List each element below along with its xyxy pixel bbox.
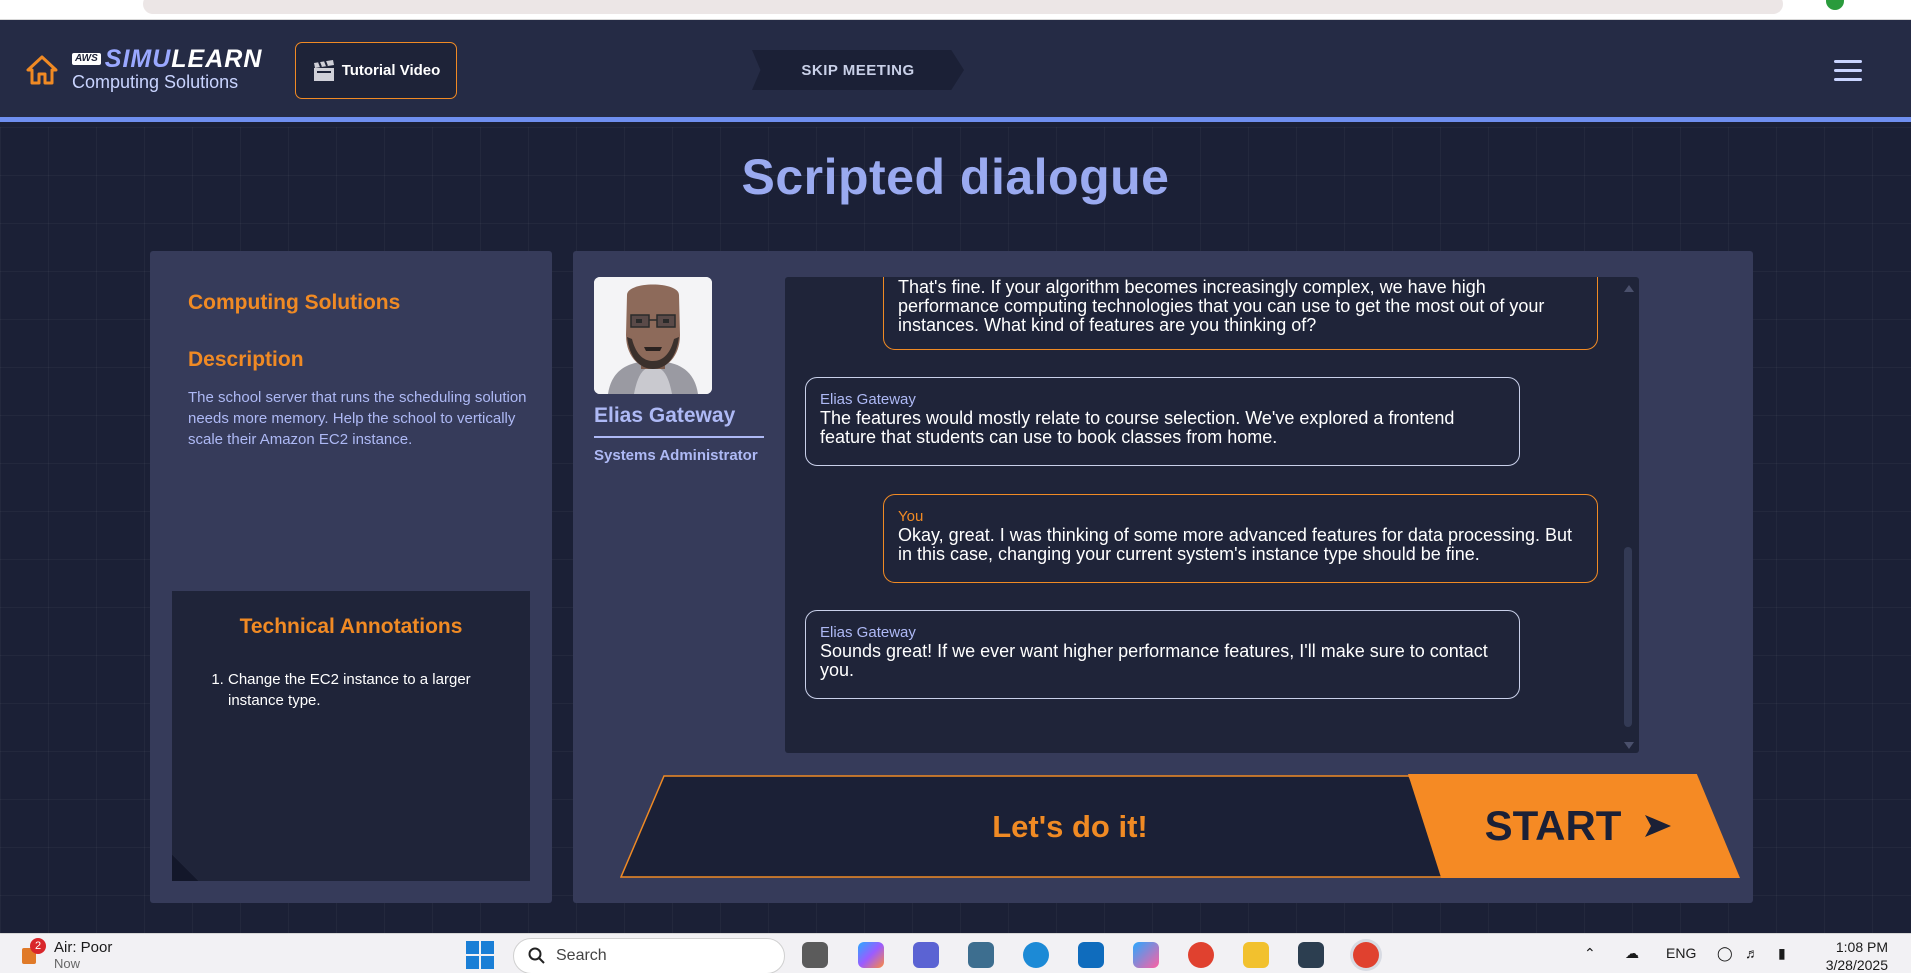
speaker-avatar xyxy=(594,277,712,394)
notification-badge: 2 xyxy=(30,938,46,954)
weather-sub: Now xyxy=(54,956,81,971)
chat-message-npc: Elias Gateway Sounds great! If we ever w… xyxy=(805,610,1520,699)
logo-subtitle: Computing Solutions xyxy=(72,72,239,92)
scroll-up-arrow-icon[interactable] xyxy=(1624,285,1634,292)
description-text: The school server that runs the scheduli… xyxy=(188,389,527,448)
hamburger-menu-icon[interactable] xyxy=(1834,60,1862,82)
copilot-app-icon[interactable] xyxy=(1133,942,1159,968)
language-indicator[interactable]: ENG xyxy=(1666,945,1696,961)
message-sender: Elias Gateway xyxy=(820,624,916,641)
response-option[interactable]: Let's do it! xyxy=(620,775,1460,878)
network-icon[interactable]: ☁ xyxy=(1625,945,1639,962)
windows-start-icon[interactable] xyxy=(466,941,494,969)
annotations-list: Change the EC2 instance to a larger inst… xyxy=(228,669,508,711)
brand-wordmark: SIMULEARN xyxy=(104,45,263,73)
start-label: START xyxy=(1484,802,1622,849)
technical-annotations-card: Technical Annotations Change the EC2 ins… xyxy=(172,591,530,881)
page-title: Scripted dialogue xyxy=(741,149,1170,205)
app-header: AWS SIMULEARN Computing Solutions Tutori… xyxy=(0,20,1911,122)
message-sender: You xyxy=(898,508,924,525)
scenario-info-panel: Computing Solutions Description The scho… xyxy=(150,251,552,903)
clock-time: 1:08 PM xyxy=(1835,939,1888,955)
tray-chevron-icon[interactable]: ⌃ xyxy=(1584,945,1596,962)
aws-logo: AWS xyxy=(72,53,101,65)
skip-meeting-button[interactable]: SKIP MEETING xyxy=(752,50,964,90)
clapperboard-icon xyxy=(313,59,334,81)
chrome-icon[interactable] xyxy=(1188,942,1214,968)
message-text: Okay, great. I was thinking of some more… xyxy=(898,525,1573,564)
browser-profile-icon[interactable] xyxy=(1826,0,1844,10)
message-text: That's fine. If your algorithm becomes i… xyxy=(898,277,1545,335)
outlook-icon[interactable] xyxy=(1078,942,1104,968)
chat-scrollbar[interactable] xyxy=(1621,277,1635,753)
copilot-icon[interactable] xyxy=(858,942,884,968)
weather-widget[interactable]: 2 Air: Poor Now xyxy=(18,938,113,971)
teams-icon[interactable] xyxy=(913,942,939,968)
simulearn-logo: AWS SIMULEARN Computing Solutions xyxy=(72,46,262,92)
speaker-name: Elias Gateway xyxy=(594,404,764,438)
chat-message-you: You Okay, great. I was thinking of some … xyxy=(883,494,1598,583)
clock-date: 3/28/2025 xyxy=(1825,957,1888,973)
edge-icon[interactable] xyxy=(1023,942,1049,968)
scroll-down-arrow-icon[interactable] xyxy=(1624,742,1634,749)
folded-corner xyxy=(172,855,198,881)
solitaire-icon[interactable] xyxy=(1298,942,1324,968)
scrollbar-thumb[interactable] xyxy=(1624,547,1632,727)
system-clock[interactable]: 1:08 PM 3/28/2025 xyxy=(1820,938,1888,973)
weather-icon: 2 xyxy=(18,938,46,966)
response-option-label: Let's do it! xyxy=(992,808,1148,844)
file-explorer-icon[interactable] xyxy=(1243,942,1269,968)
taskbar-search[interactable]: Search xyxy=(513,938,785,973)
chat-message-you: That's fine. If your algorithm becomes i… xyxy=(883,277,1598,350)
speaker-role: Systems Administrator xyxy=(594,447,758,464)
search-icon xyxy=(528,947,545,964)
browser-top-strip xyxy=(0,0,1911,20)
send-arrow-icon xyxy=(1645,815,1672,837)
address-bar[interactable] xyxy=(143,0,1783,14)
task-view-icon[interactable] xyxy=(802,942,828,968)
annotation-item: Change the EC2 instance to a larger inst… xyxy=(228,669,508,711)
search-placeholder: Search xyxy=(556,947,607,964)
start-button[interactable]: START xyxy=(1408,774,1740,878)
home-icon[interactable] xyxy=(26,54,58,86)
battery-icon[interactable]: ▮ xyxy=(1778,945,1786,962)
annotations-title: Technical Annotations xyxy=(239,615,463,638)
tutorial-video-label: Tutorial Video xyxy=(341,62,441,79)
message-text: The features would mostly relate to cour… xyxy=(820,408,1455,447)
chat-transcript[interactable]: That's fine. If your algorithm becomes i… xyxy=(785,277,1639,753)
app-icon[interactable] xyxy=(968,942,994,968)
message-sender: Elias Gateway xyxy=(820,391,916,408)
os-taskbar: 2 Air: Poor Now Search ⌃ ☁ ENG ◯ ♬ ▮ 1:0… xyxy=(0,933,1911,973)
description-heading: Description xyxy=(188,348,304,371)
globe-icon[interactable]: ◯ xyxy=(1717,945,1733,962)
scenario-heading: Computing Solutions xyxy=(188,291,401,314)
volume-icon[interactable]: ♬ xyxy=(1745,945,1759,961)
tutorial-video-button[interactable]: Tutorial Video xyxy=(295,42,457,99)
message-text: Sounds great! If we ever want higher per… xyxy=(820,641,1488,680)
chat-message-npc: Elias Gateway The features would mostly … xyxy=(805,377,1520,466)
weather-label: Air: Poor xyxy=(54,939,113,956)
chrome-profile-icon[interactable] xyxy=(1353,942,1379,968)
